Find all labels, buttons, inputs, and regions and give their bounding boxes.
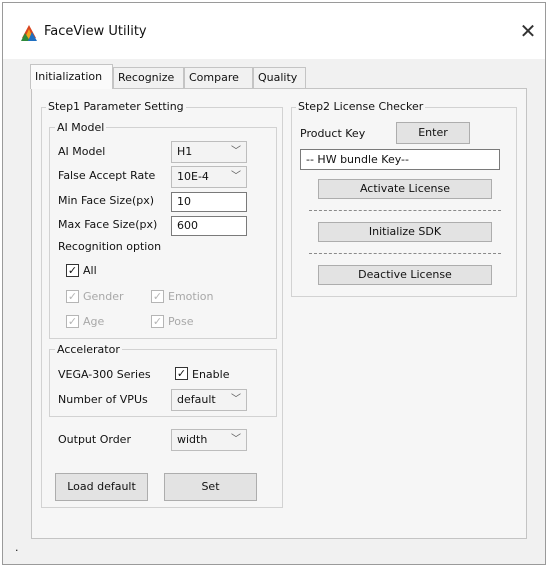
min-face-size-input[interactable]: 10: [171, 192, 247, 212]
ai-model-value: H1: [177, 145, 193, 158]
gender-checkbox[interactable]: ✓: [66, 290, 79, 303]
all-checkbox[interactable]: ✓: [66, 264, 79, 277]
enter-button[interactable]: Enter: [396, 122, 470, 144]
window-title: FaceView Utility: [44, 24, 147, 39]
tab-recognize[interactable]: Recognize: [113, 67, 184, 88]
product-key-label: Product Key: [300, 127, 366, 140]
app-logo-icon: [20, 24, 38, 42]
false-accept-rate-label: False Accept Rate: [58, 169, 156, 182]
vega-series-label: VEGA-300 Series: [58, 368, 151, 381]
chevron-down-icon: ﹀: [231, 434, 241, 445]
number-of-vpus-label: Number of VPUs: [58, 393, 148, 406]
pose-label: Pose: [168, 315, 194, 328]
chevron-down-icon: ﹀: [231, 146, 241, 157]
deactive-license-button[interactable]: Deactive License: [318, 265, 492, 285]
output-order-label: Output Order: [58, 433, 131, 446]
false-accept-rate-select[interactable]: 10E-4 ﹀: [171, 166, 247, 188]
step1-title: Step1 Parameter Setting: [46, 100, 186, 113]
load-default-button[interactable]: Load default: [55, 473, 148, 501]
gender-label: Gender: [83, 290, 124, 303]
close-icon[interactable]: ✕: [515, 17, 541, 45]
number-of-vpus-select[interactable]: default ﹀: [171, 389, 247, 411]
separator: [309, 210, 501, 211]
step2-title: Step2 License Checker: [296, 100, 426, 113]
number-of-vpus-value: default: [177, 393, 216, 406]
output-order-value: width: [177, 433, 208, 446]
title-bar: FaceView Utility ✕: [3, 3, 545, 59]
enable-checkbox[interactable]: ✓: [175, 367, 188, 380]
chevron-down-icon: ﹀: [231, 171, 241, 182]
initialize-sdk-button[interactable]: Initialize SDK: [318, 222, 492, 242]
emotion-checkbox[interactable]: ✓: [151, 290, 164, 303]
tab-quality[interactable]: Quality: [253, 67, 306, 88]
ai-model-select[interactable]: H1 ﹀: [171, 141, 247, 163]
enable-label: Enable: [192, 368, 230, 381]
tab-compare[interactable]: Compare: [184, 67, 253, 88]
max-face-size-input[interactable]: 600: [171, 216, 247, 236]
min-face-size-label: Min Face Size(px): [58, 194, 155, 207]
emotion-label: Emotion: [168, 290, 214, 303]
faceview-window: FaceView Utility ✕ Initialization Recogn…: [2, 2, 546, 565]
recognition-option-label: Recognition option: [58, 240, 162, 253]
activate-license-button[interactable]: Activate License: [318, 179, 492, 199]
false-accept-rate-value: 10E-4: [177, 170, 209, 183]
product-key-input[interactable]: -- HW bundle Key--: [300, 149, 500, 170]
max-face-size-label: Max Face Size(px): [58, 218, 158, 231]
separator: [309, 253, 501, 254]
output-order-select[interactable]: width ﹀: [171, 429, 247, 451]
tab-initialization[interactable]: Initialization: [30, 64, 113, 89]
age-label: Age: [83, 315, 105, 328]
set-button[interactable]: Set: [164, 473, 257, 501]
accelerator-group-title: Accelerator: [55, 343, 122, 356]
pose-checkbox[interactable]: ✓: [151, 315, 164, 328]
status-text: .: [15, 541, 19, 554]
age-checkbox[interactable]: ✓: [66, 315, 79, 328]
ai-model-label: AI Model: [58, 145, 106, 158]
chevron-down-icon: ﹀: [231, 394, 241, 405]
ai-model-group-title: AI Model: [55, 121, 107, 134]
all-label: All: [83, 264, 97, 277]
